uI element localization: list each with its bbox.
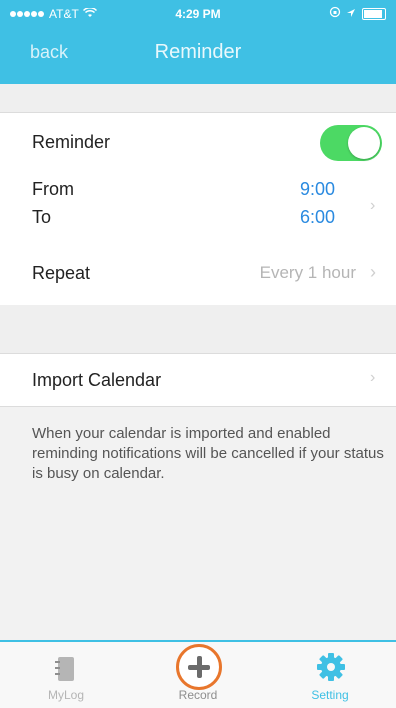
section-spacer	[0, 84, 396, 112]
time-range-chevron-icon[interactable]: ›	[370, 197, 375, 215]
battery-icon	[362, 7, 386, 20]
tab-record[interactable]: Record	[132, 642, 264, 708]
reminder-settings-group: Reminder From 9:00 To 6:00 › Repeat Ever…	[0, 112, 396, 306]
import-calendar-label: Import Calendar	[32, 370, 162, 390]
tab-mylog[interactable]: MyLog	[0, 642, 132, 708]
toggle-knob	[348, 127, 380, 159]
section-spacer	[0, 305, 396, 353]
from-time-value[interactable]: 9:00	[300, 179, 335, 200]
tab-setting[interactable]: Setting	[264, 642, 396, 708]
gear-icon	[316, 652, 346, 682]
notebook-icon	[54, 656, 76, 682]
top-bar: AT&T 4:29 PM back Reminder	[0, 0, 396, 84]
to-label: To	[32, 207, 52, 227]
screen: AT&T 4:29 PM back Reminder Reminder From…	[0, 0, 396, 708]
reminder-toggle[interactable]	[320, 125, 382, 161]
import-calendar-chevron-icon[interactable]: ›	[370, 369, 375, 387]
from-label: From	[32, 179, 74, 199]
repeat-value[interactable]: Every 1 hour	[260, 263, 356, 283]
page-title: Reminder	[154, 41, 242, 63]
tab-bar: MyLog Record Setting	[0, 640, 396, 708]
location-icon	[346, 7, 356, 21]
nav-bar: back Reminder	[0, 30, 396, 74]
repeat-chevron-icon[interactable]: ›	[370, 262, 376, 283]
repeat-label: Repeat	[32, 263, 91, 283]
status-bar: AT&T 4:29 PM	[0, 0, 396, 26]
calendar-note: When your calendar is imported and enabl…	[32, 425, 384, 482]
to-time-value[interactable]: 6:00	[300, 207, 335, 228]
record-plus-icon	[176, 644, 222, 690]
import-calendar-row[interactable]: Import Calendar ›	[0, 353, 396, 407]
tab-record-label: Record	[178, 688, 218, 702]
tab-setting-label: Setting	[311, 688, 349, 702]
reminder-label: Reminder	[32, 132, 111, 152]
tab-mylog-label: MyLog	[47, 688, 85, 702]
rotation-lock-icon	[329, 6, 341, 21]
status-right	[329, 6, 386, 21]
